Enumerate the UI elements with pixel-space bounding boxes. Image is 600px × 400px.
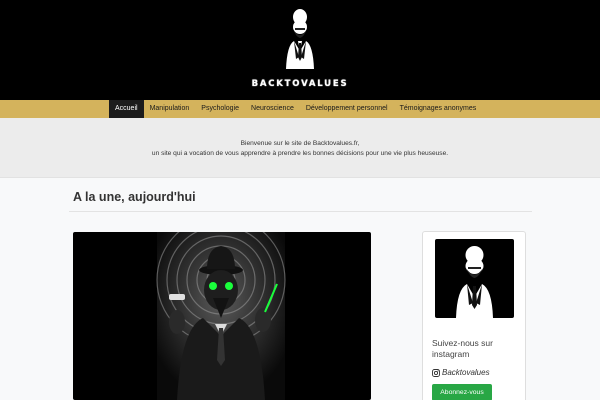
instagram-widget: Suivez-nous sur instagram Backtovalues A… [422, 231, 526, 400]
nav-item-manipulation[interactable]: Manipulation [144, 100, 196, 118]
featured-illustration [156, 232, 286, 400]
nav-item-accueil[interactable]: Accueil [109, 100, 144, 118]
masked-man-logo-icon [456, 246, 493, 318]
site-header: Backtovalues [0, 0, 600, 100]
sidebar-logo[interactable] [435, 239, 514, 318]
follow-text: Suivez-nous sur instagram [432, 338, 493, 359]
welcome-banner: Bienvenue sur le site de Backtovalues.fr… [0, 118, 600, 178]
subscribe-button[interactable]: Abonnez-vous [432, 384, 492, 400]
featured-article-image[interactable] [73, 232, 371, 400]
welcome-line-2: un site qui a vocation de vous apprendre… [151, 150, 449, 157]
main-nav: Accueil Manipulation Psychologie Neurosc… [0, 100, 600, 118]
nav-item-developpement-personnel[interactable]: Développement personnel [300, 100, 394, 118]
welcome-line-1: Bienvenue sur le site de Backtovalues.fr… [240, 140, 360, 147]
instagram-icon [432, 368, 440, 377]
masked-man-logo-icon [286, 9, 314, 69]
nav-item-psychologie[interactable]: Psychologie [195, 100, 245, 118]
nav-item-neuroscience[interactable]: Neuroscience [245, 100, 300, 118]
section-title: A la une, aujourd'hui [73, 190, 196, 204]
instagram-handle: Backtovalues [442, 368, 490, 377]
nav-item-temoignages-anonymes[interactable]: Témoignages anonymes [394, 100, 483, 118]
instagram-handle-link[interactable]: Backtovalues [432, 368, 490, 377]
site-brand-name[interactable]: Backtovalues [0, 79, 600, 89]
section-divider [69, 211, 532, 212]
nav-list: Accueil Manipulation Psychologie Neurosc… [109, 100, 482, 118]
